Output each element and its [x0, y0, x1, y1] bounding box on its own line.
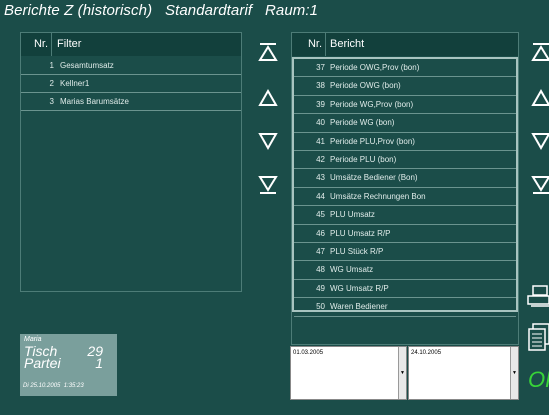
table-row[interactable]: 1 Gesamtumsatz — [21, 57, 241, 75]
table-row[interactable]: 39 Periode WG,Prov (bon) — [294, 96, 516, 115]
table-row[interactable]: 38 Periode OWG (bon) — [294, 77, 516, 96]
scroll-down-icon — [531, 133, 549, 151]
row-label: PLU Umsatz — [330, 210, 375, 220]
filter-col-nr: Nr. — [25, 33, 52, 56]
table-row[interactable]: 49 WG Umsatz R/P — [294, 280, 516, 299]
filter-scroll-down-button[interactable] — [255, 128, 281, 154]
table-row[interactable]: 42 Periode PLU (bon) — [294, 151, 516, 170]
table-row[interactable]: 50 Waren Bediener — [294, 298, 516, 317]
bericht-panel: Nr. Bericht 37 Periode OWG,Prov (bon) 38 Pe… — [291, 32, 519, 345]
row-label: Periode OWG,Prov (bon) — [330, 63, 420, 72]
filter-scroll-up-button[interactable] — [255, 85, 281, 111]
row-number: 2 — [49, 79, 54, 88]
table-row[interactable]: 41 Periode PLU,Prov (bon) — [294, 133, 516, 151]
table-row[interactable]: 3 Marias Barumsätze — [21, 93, 241, 111]
row-number: 3 — [49, 97, 54, 106]
row-number: 50 — [316, 302, 325, 312]
row-label: Periode OWG (bon) — [330, 81, 401, 91]
filter-col-name: Filter — [57, 38, 82, 50]
row-number: 41 — [316, 136, 325, 146]
date-to-field[interactable]: 24.10.2005 ▼ — [408, 346, 519, 400]
scroll-bottom-icon — [531, 176, 549, 194]
row-label: PLU Umsatz R/P — [330, 228, 391, 238]
scroll-up-icon — [531, 88, 549, 106]
row-label: Marias Barumsätze — [60, 97, 129, 106]
filter-scroll-top-button[interactable] — [255, 39, 281, 65]
table-row[interactable]: 48 WG Umsatz — [294, 261, 516, 280]
row-label: Periode PLU (bon) — [330, 155, 397, 164]
row-label: PLU Stück R/P — [330, 247, 384, 256]
row-label: Periode WG,Prov (bon) — [330, 99, 414, 109]
table-row[interactable]: 40 Periode WG (bon) — [294, 114, 516, 133]
row-number: 39 — [316, 99, 325, 109]
row-number: 38 — [316, 81, 325, 91]
user-name: Maria — [24, 336, 42, 343]
print-button[interactable] — [527, 283, 549, 309]
bericht-scroll-up-button[interactable] — [528, 85, 549, 111]
bericht-col-name: Bericht — [330, 38, 365, 50]
row-number: 44 — [316, 191, 325, 201]
filter-panel: Nr. Filter 1 Gesamtumsatz 2 Kellner1 3 Marias… — [20, 32, 242, 292]
row-number: 45 — [316, 210, 325, 220]
row-number: 37 — [316, 63, 325, 72]
timestamp: Di 25.10.2005 1:35:23 — [23, 383, 84, 389]
bericht-scroll-down-button[interactable] — [528, 128, 549, 154]
row-label: WG Umsatz R/P — [330, 283, 389, 293]
ok-button[interactable]: OK — [528, 367, 549, 393]
table-row[interactable]: 2 Kellner1 — [21, 75, 241, 93]
chevron-down-icon[interactable]: ▼ — [510, 347, 518, 399]
table-row[interactable]: 47 PLU Stück R/P — [294, 243, 516, 262]
scroll-up-icon — [258, 88, 278, 106]
info-box: Maria Tisch 29 Partei 1 Di 25.10.2005 1:… — [20, 334, 117, 396]
table-row[interactable]: 43 Umsätze Bediener (Bon) — [294, 169, 516, 188]
row-label: Gesamtumsatz — [60, 61, 114, 70]
scroll-down-icon — [258, 133, 278, 151]
row-label: Kellner1 — [60, 79, 90, 88]
row-number: 43 — [316, 173, 325, 183]
row-label: Periode WG (bon) — [330, 118, 395, 128]
scroll-top-icon — [531, 43, 549, 61]
row-label: WG Umsatz — [330, 265, 374, 275]
preview-button[interactable] — [527, 322, 549, 352]
chevron-down-icon[interactable]: ▼ — [398, 347, 406, 399]
row-number: 1 — [49, 61, 54, 70]
bericht-scroll-top-button[interactable] — [528, 39, 549, 65]
table-row[interactable]: 46 PLU Umsatz R/P — [294, 225, 516, 243]
row-label: Waren Bediener — [330, 302, 388, 312]
row-label: Umsätze Bediener (Bon) — [330, 173, 418, 183]
preview-icon — [528, 323, 549, 351]
window-title: Berichte Z (historisch) Standardtarif Ra… — [4, 2, 319, 19]
scroll-bottom-icon — [258, 176, 278, 194]
bericht-scroll-bottom-button[interactable] — [528, 172, 549, 198]
bericht-col-nr: Nr. — [300, 33, 326, 56]
date-from-field[interactable]: 01.03.2005 ▼ — [290, 346, 407, 400]
printer-icon — [527, 285, 549, 307]
row-number: 40 — [316, 118, 325, 128]
row-number: 42 — [316, 155, 325, 164]
date-from-value: 01.03.2005 — [293, 350, 324, 356]
row-number: 49 — [316, 283, 325, 293]
partei-value: 1 — [95, 355, 103, 371]
scroll-top-icon — [258, 43, 278, 61]
table-row[interactable]: 37 Periode OWG,Prov (bon) — [294, 59, 516, 78]
table-row[interactable]: 44 Umsätze Rechnungen Bon — [294, 188, 516, 207]
row-number: 47 — [316, 247, 325, 256]
row-label: Periode PLU,Prov (bon) — [330, 136, 415, 146]
row-label: Umsätze Rechnungen Bon — [330, 191, 426, 201]
date-to-value: 24.10.2005 — [411, 350, 442, 356]
filter-header: Nr. Filter — [21, 33, 241, 56]
bericht-header: Nr. Bericht — [292, 33, 518, 56]
table-row[interactable]: 45 PLU Umsatz — [294, 206, 516, 225]
row-number: 48 — [316, 265, 325, 275]
filter-scroll-bottom-button[interactable] — [255, 172, 281, 198]
row-number: 46 — [316, 228, 325, 238]
partei-label: Partei — [24, 355, 61, 371]
